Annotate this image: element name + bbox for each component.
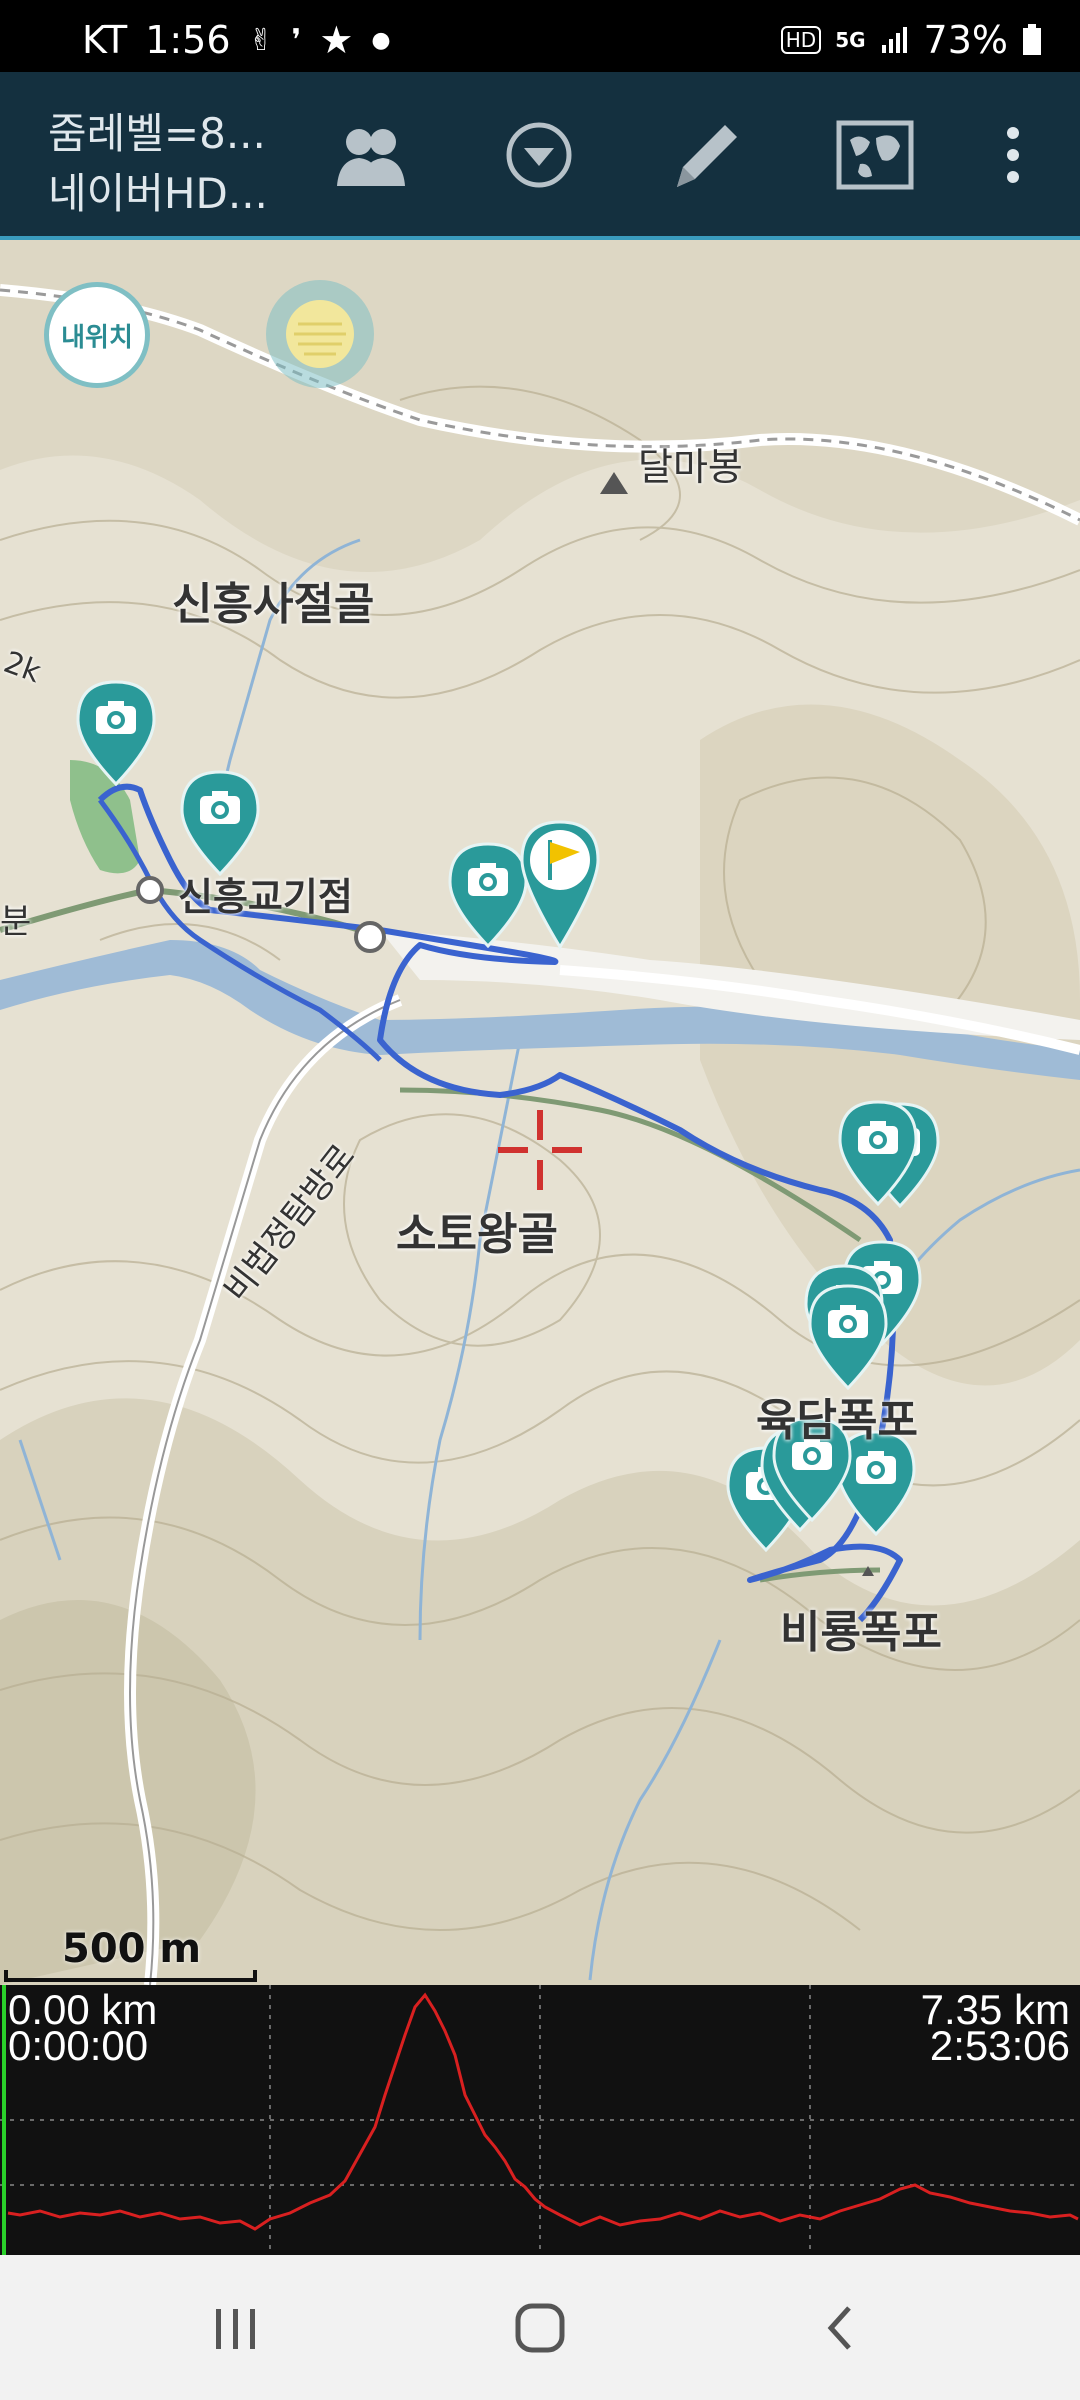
start-time: 0:00:00 [8, 2022, 149, 2069]
photo-pin[interactable] [180, 770, 260, 877]
home-icon[interactable] [500, 2293, 580, 2363]
photo-pin[interactable] [76, 680, 156, 787]
end-time: 2:53:06 [929, 2022, 1070, 2069]
system-nav-bar [0, 2255, 1080, 2400]
label-edge: 분 [0, 902, 32, 942]
photo-pin[interactable] [448, 842, 528, 949]
notification-icon-2: ❜ [291, 22, 302, 58]
back-icon[interactable] [800, 2293, 880, 2363]
network-type: 5G [835, 28, 866, 52]
label-valley-sotowang: 소토왕골 [396, 1209, 558, 1260]
photo-pin[interactable] [808, 1284, 888, 1391]
battery-text: 73% [923, 18, 1008, 62]
notification-icon: ✌ [248, 22, 274, 58]
star-icon: ★ [319, 18, 354, 62]
elevation-graph [0, 1985, 1080, 2255]
photo-pin[interactable] [838, 1100, 918, 1207]
label-peak: 달마봉 [638, 445, 743, 489]
status-bar: KT 1:56 ✌ ❜ ★ ● HD 5G 73% [0, 0, 1080, 72]
carrier: KT [82, 18, 128, 62]
zoom-level-title[interactable]: 줌레벨=8... [48, 100, 266, 161]
more-icon[interactable] [968, 110, 1058, 200]
my-location-button[interactable]: 내위치 [44, 282, 150, 388]
elevation-profile[interactable]: 0.00 km 0:00:00 7.35 km 2:53:06 [0, 1985, 1080, 2255]
people-icon[interactable] [326, 110, 416, 200]
map-source-title[interactable]: 네이버HD... [48, 160, 268, 221]
signal-icon [881, 27, 907, 53]
recents-icon[interactable] [196, 2293, 276, 2363]
clock: 1:56 [145, 18, 231, 62]
map-icon[interactable] [830, 110, 920, 200]
app-bar: 줌레벨=8... 네이버HD... [0, 72, 1080, 240]
flag-pin[interactable] [520, 820, 600, 950]
scale-label: 500 m [62, 1926, 202, 1972]
pencil-icon[interactable] [662, 110, 752, 200]
hd-icon: HD [780, 26, 822, 54]
brightness-toggle[interactable] [266, 280, 374, 388]
elevation-line [7, 1992, 1079, 2231]
dot-icon: ● [371, 27, 391, 53]
label-yukdam-falls: 육담폭포 [756, 1395, 918, 1446]
battery-icon [1023, 24, 1041, 55]
sun-icon [286, 300, 354, 368]
dropdown-icon[interactable] [494, 110, 584, 200]
my-location-label: 내위치 [61, 322, 133, 353]
label-biryong-falls: 비룡폭포 [780, 1607, 942, 1658]
label-valley-sinheungsa: 신흥사절골 [172, 579, 375, 630]
label-junction: 신흥교기점 [178, 875, 353, 919]
map-view[interactable]: 내위치 달마봉 신흥사절골 신흥교기점 소토왕골 비법정탐방로 육담폭포 비룡폭… [0, 240, 1080, 1985]
